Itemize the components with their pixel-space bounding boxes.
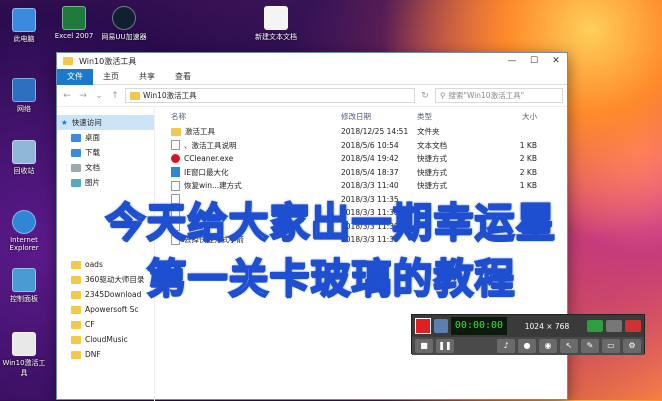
folder-icon [71,320,81,329]
text-file-icon [171,140,180,151]
network-icon [12,78,36,102]
folder-icon [63,57,73,65]
download-icon [71,148,81,157]
tab-view[interactable]: 查看 [165,69,201,85]
desktop-icon-computer[interactable]: 此电脑 [0,8,48,44]
search-input[interactable]: ⚲ 搜索"Win10激活工具" [435,88,563,103]
folder-icon [130,91,140,100]
sidebar-item-quick-access[interactable]: ★ 快速访问 [57,115,154,130]
record-timer: 00:00:00 [451,317,507,335]
resolution-label: 1024 × 768 [524,321,570,331]
column-headers: 名称 修改日期 类型 大小 [155,107,567,125]
gear-icon[interactable]: ⚙ [623,339,641,353]
table-row[interactable]: 激活工具 2018/12/25 14:51 文件夹 [155,125,567,139]
desktop-icon-recycle[interactable]: 回收站 [0,140,48,176]
close-icon[interactable] [625,320,641,332]
table-row[interactable]: 、激活工具说明 2018/5/6 10:54 文本文档 1 KB [155,139,567,153]
title-bar: Win10激活工具 — ☐ ✕ [57,53,567,69]
recycle-bin-icon [12,140,36,164]
refresh-icon[interactable]: ↻ [419,91,431,101]
tab-home[interactable]: 主页 [93,69,129,85]
sidebar-item-documents[interactable]: 文档 [57,160,154,175]
pen-icon[interactable]: ✎ [581,339,599,353]
folder-icon [71,335,81,344]
column-date[interactable]: 修改日期 [341,111,417,122]
desktop-icon-textfile[interactable]: 新建文本文档 [252,6,300,42]
address-bar-row: ← → ⌄ ↑ Win10激活工具 ↻ ⚲ 搜索"Win10激活工具" [57,85,567,107]
ribbon-tabs: 文件 主页 共享 查看 [57,68,567,85]
cursor-icon[interactable]: ↖ [560,339,578,353]
tab-file[interactable]: 文件 [57,68,93,85]
column-type[interactable]: 类型 [417,111,497,122]
tool-icon [12,332,36,356]
minimize-icon[interactable] [606,320,622,332]
sidebar-item-cf[interactable]: CF [57,317,154,332]
stop-icon[interactable]: ■ [415,339,433,353]
caption-line-1: 今天给大家出一期幸运星 [105,199,557,247]
eraser-icon[interactable]: ▭ [602,339,620,353]
folder-icon [171,127,181,136]
sidebar-item-desktop[interactable]: 桌面 [57,130,154,145]
chevron-down-icon[interactable]: ⌄ [93,91,105,101]
picture-icon [71,178,81,187]
back-arrow-icon[interactable]: ← [61,91,73,101]
ie-icon [171,167,180,178]
ccleaner-icon [171,154,180,164]
pause-icon[interactable]: ❚❚ [436,339,454,353]
tab-share[interactable]: 共享 [129,69,165,85]
forward-arrow-icon[interactable]: → [77,91,89,101]
table-row[interactable]: IE窗口最大化 2018/5/4 18:37 快捷方式 2 KB [155,166,567,180]
close-button[interactable]: ✕ [545,56,567,66]
sidebar-item-downloads[interactable]: 下载 [57,145,154,160]
folder-icon [71,305,81,314]
sidebar-item-apowersoft[interactable]: Apowersoft Sc [57,302,154,317]
search-placeholder: 搜索"Win10激活工具" [448,91,525,100]
search-icon: ⚲ [440,91,446,100]
address-path: Win10激活工具 [143,91,197,100]
caption-line-2: 第一关卡玻璃的教程 [146,255,516,303]
settings-icon[interactable] [587,320,603,332]
maximize-button[interactable]: ☐ [523,56,545,66]
window-title: Win10激活工具 [79,56,137,66]
computer-icon [12,8,36,32]
microphone-icon[interactable]: ● [518,339,536,353]
column-size[interactable]: 大小 [497,111,537,122]
address-field[interactable]: Win10激活工具 [125,88,415,103]
sidebar-item-dnf[interactable]: DNF [57,347,154,362]
text-file-icon [264,6,288,30]
uu-icon [112,6,136,30]
sidebar-item-pictures[interactable]: 图片 [57,175,154,190]
speaker-icon[interactable]: ♪ [497,339,515,353]
column-name[interactable]: 名称 [171,111,341,122]
desktop-icon-network[interactable]: 网络 [0,78,48,114]
webcam-icon[interactable]: ◉ [539,339,557,353]
up-arrow-icon[interactable]: ↑ [109,91,121,101]
desktop-icon-uu[interactable]: 网易UU加速器 [100,6,148,42]
screen-recorder-toolbar: 00:00:00 1024 × 768 ■ ❚❚ ♪ ● ◉ ↖ ✎ ▭ ⚙ [411,314,645,355]
minimize-button[interactable]: — [501,56,523,66]
sidebar-item-cloudmusic[interactable]: CloudMusic [57,332,154,347]
folder-icon [71,350,81,359]
desktop-icon [71,133,81,142]
desktop-icon-excel[interactable]: Excel 2007 [50,6,98,40]
excel-icon [62,6,86,30]
document-icon [71,163,81,172]
desktop-icon-tool[interactable]: Win10激活工具 [0,332,48,378]
table-row[interactable]: CCleaner.exe 2018/5/4 19:42 快捷方式 2 KB [155,152,567,166]
camera-icon[interactable] [434,319,448,333]
record-button[interactable] [415,318,431,334]
star-icon: ★ [61,118,68,127]
